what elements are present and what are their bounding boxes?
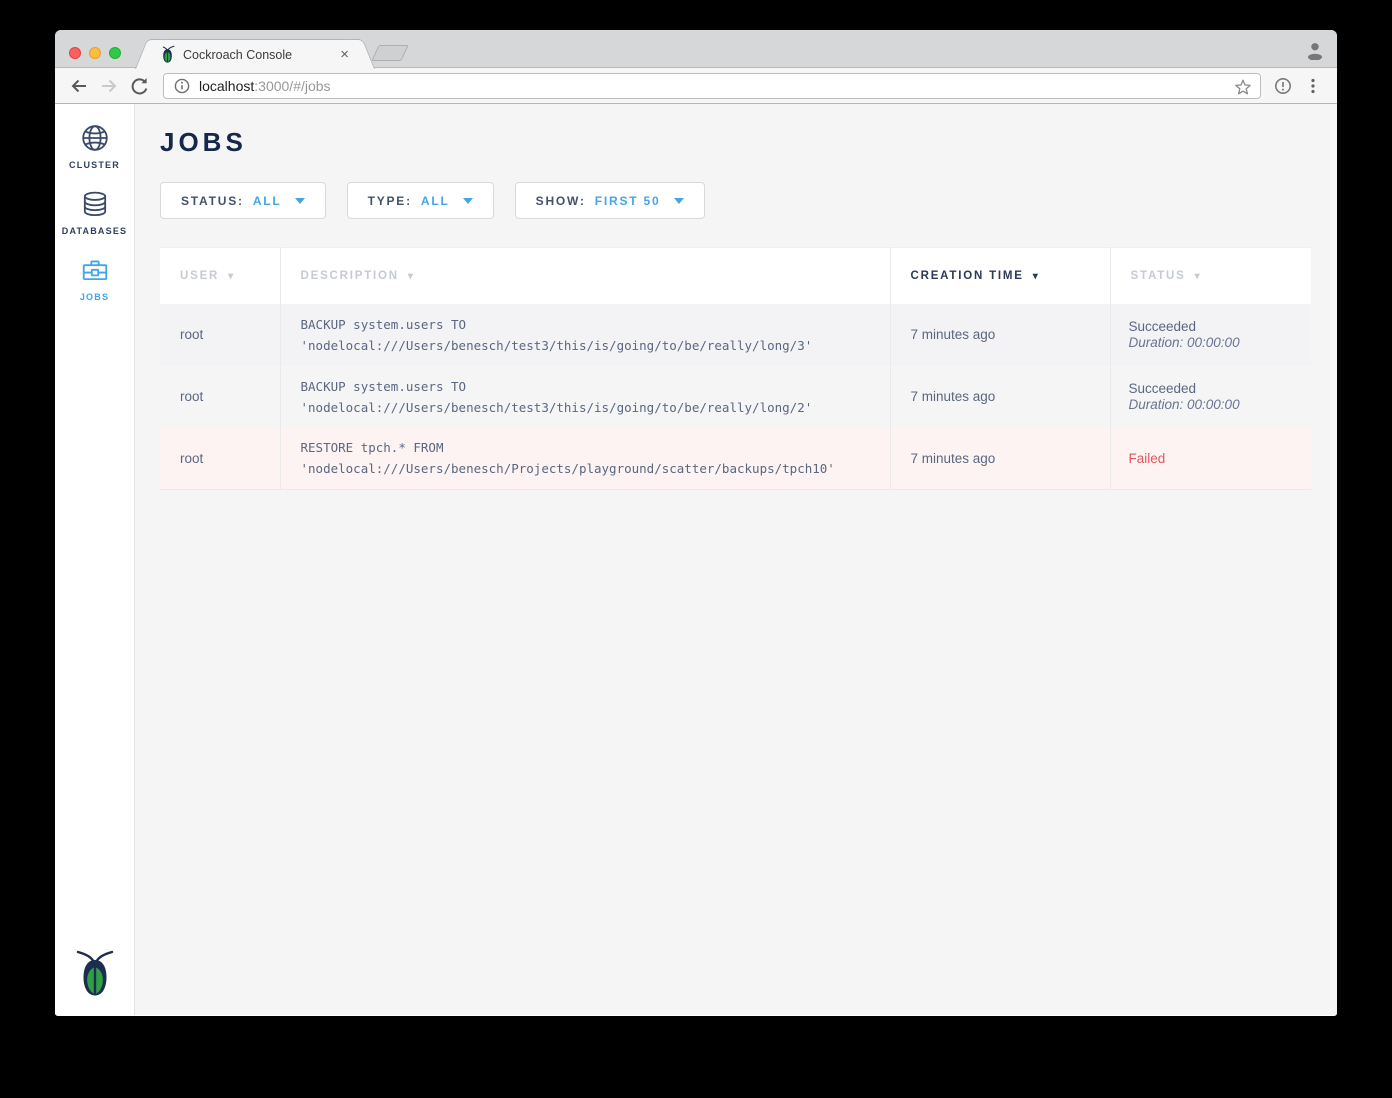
tab-strip: Cockroach Console ×	[55, 30, 1337, 68]
database-icon	[80, 189, 110, 219]
status-label: Failed	[1129, 451, 1298, 466]
sidebar-item-label: JOBS	[80, 292, 109, 302]
table-header-row: USER ▾ DESCRIPTION ▾ CREATION TIME ▾ STA…	[160, 248, 1311, 304]
chrome-menu-button[interactable]	[1301, 74, 1325, 98]
filter-value: FIRST 50	[595, 194, 661, 208]
job-user: root	[160, 366, 280, 428]
page-title: JOBS	[160, 127, 1311, 158]
job-description: BACKUP system.users TO 'nodelocal:///Use…	[280, 366, 890, 428]
extension-badge-icon	[1273, 76, 1293, 96]
table-row: root BACKUP system.users TO 'nodelocal:/…	[160, 366, 1311, 428]
page-info-icon[interactable]	[174, 78, 190, 94]
tab-close-icon[interactable]: ×	[337, 46, 352, 63]
address-bar[interactable]: localhost:3000/#/jobs	[163, 73, 1261, 99]
three-dots-menu-icon	[1304, 77, 1322, 95]
status-duration: Duration: 00:00:00	[1129, 335, 1298, 350]
bookmark-star-icon[interactable]	[1234, 78, 1252, 96]
filter-bar: STATUS: ALL TYPE: ALL SHOW: FIRST 50	[160, 182, 1311, 219]
table-row: root RESTORE tpch.* FROM 'nodelocal:///U…	[160, 428, 1311, 490]
job-description: RESTORE tpch.* FROM 'nodelocal:///Users/…	[280, 428, 890, 490]
browser-window: Cockroach Console ×	[55, 30, 1337, 1016]
filter-label: SHOW:	[536, 194, 586, 208]
job-status-cell: Failed	[1110, 428, 1311, 490]
job-creation-time: 7 minutes ago	[890, 304, 1110, 366]
url-path: :3000/#/jobs	[254, 78, 330, 94]
jobs-page: JOBS STATUS: ALL TYPE: ALL SHOW: FIRST 5…	[135, 104, 1337, 1015]
filter-value: ALL	[253, 194, 282, 208]
dropdown-caret-icon	[674, 198, 684, 204]
sort-caret-icon: ▾	[1033, 271, 1040, 282]
new-tab-button[interactable]	[371, 45, 408, 61]
refresh-icon	[129, 76, 149, 96]
job-description: BACKUP system.users TO 'nodelocal:///Use…	[280, 304, 890, 366]
jobs-table: USER ▾ DESCRIPTION ▾ CREATION TIME ▾ STA…	[160, 247, 1311, 490]
console-content: CLUSTER DATABASES	[55, 104, 1337, 1015]
profile-avatar-icon[interactable]	[1305, 40, 1325, 60]
sort-caret-icon: ▾	[228, 271, 235, 282]
sidebar-nav: CLUSTER DATABASES	[55, 104, 135, 1015]
job-status-cell: Succeeded Duration: 00:00:00	[1110, 366, 1311, 428]
sidebar-item-databases[interactable]: DATABASES	[55, 170, 134, 236]
url-text: localhost:3000/#/jobs	[199, 78, 331, 94]
column-header-status[interactable]: STATUS ▾	[1110, 248, 1311, 304]
job-status-cell: Succeeded Duration: 00:00:00	[1110, 304, 1311, 366]
dropdown-caret-icon	[295, 198, 305, 204]
browser-tab[interactable]: Cockroach Console ×	[150, 39, 360, 69]
briefcase-icon	[80, 255, 110, 285]
filter-label: STATUS:	[181, 194, 244, 208]
sidebar-item-label: DATABASES	[62, 226, 127, 236]
browser-toolbar: localhost:3000/#/jobs	[55, 68, 1337, 104]
tab-title: Cockroach Console	[183, 48, 337, 62]
forward-button[interactable]	[97, 74, 121, 98]
status-duration: Duration: 00:00:00	[1129, 397, 1298, 412]
column-header-description[interactable]: DESCRIPTION ▾	[280, 248, 890, 304]
show-filter-dropdown[interactable]: SHOW: FIRST 50	[515, 182, 705, 219]
window-zoom-button[interactable]	[109, 47, 121, 59]
job-user: root	[160, 428, 280, 490]
cockroach-logo-icon	[75, 949, 115, 999]
type-filter-dropdown[interactable]: TYPE: ALL	[347, 182, 494, 219]
table-row: root BACKUP system.users TO 'nodelocal:/…	[160, 304, 1311, 366]
job-creation-time: 7 minutes ago	[890, 428, 1110, 490]
filter-label: TYPE:	[368, 194, 412, 208]
extension-button[interactable]	[1271, 74, 1295, 98]
back-button[interactable]	[67, 74, 91, 98]
url-host: localhost	[199, 78, 254, 94]
window-close-button[interactable]	[69, 47, 81, 59]
cockroach-favicon-icon	[160, 45, 175, 64]
sidebar-item-jobs[interactable]: JOBS	[55, 236, 134, 302]
sort-caret-icon: ▾	[1195, 271, 1202, 282]
job-creation-time: 7 minutes ago	[890, 366, 1110, 428]
sidebar-item-label: CLUSTER	[69, 160, 120, 170]
sort-caret-icon: ▾	[408, 271, 415, 282]
filter-value: ALL	[421, 194, 450, 208]
back-arrow-icon	[69, 76, 89, 96]
window-minimize-button[interactable]	[89, 47, 101, 59]
sidebar-item-cluster[interactable]: CLUSTER	[55, 104, 134, 170]
forward-arrow-icon	[99, 76, 119, 96]
refresh-button[interactable]	[127, 74, 151, 98]
status-label: Succeeded	[1129, 319, 1298, 334]
job-user: root	[160, 304, 280, 366]
column-header-user[interactable]: USER ▾	[160, 248, 280, 304]
dropdown-caret-icon	[463, 198, 473, 204]
column-header-creation-time[interactable]: CREATION TIME ▾	[890, 248, 1110, 304]
status-filter-dropdown[interactable]: STATUS: ALL	[160, 182, 326, 219]
status-label: Succeeded	[1129, 381, 1298, 396]
globe-icon	[80, 123, 110, 153]
